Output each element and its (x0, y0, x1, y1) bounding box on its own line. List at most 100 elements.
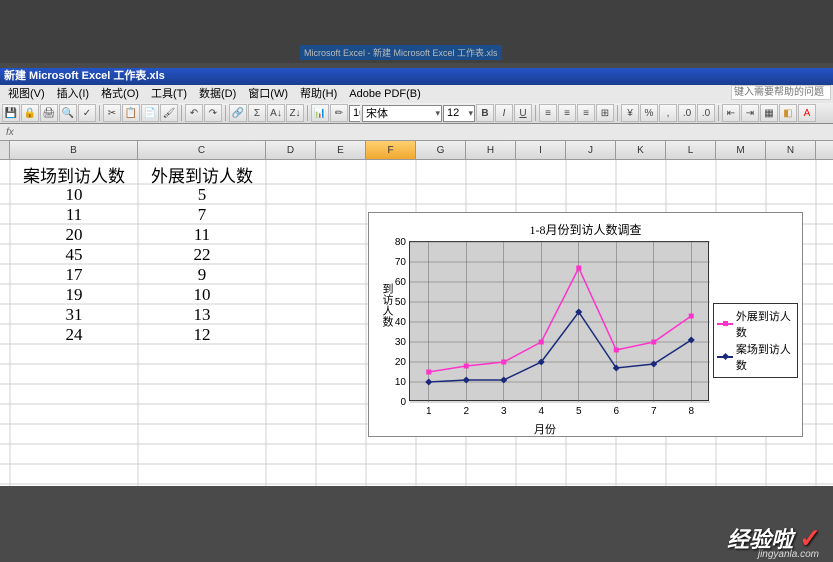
col-header-F[interactable]: F (366, 141, 416, 159)
cell-C8[interactable]: 13 (138, 305, 266, 325)
svg-text:4: 4 (538, 406, 544, 417)
undo-icon[interactable]: ↶ (185, 104, 203, 122)
legend-item-0: 外展到访人数 (717, 308, 794, 340)
cell-C6[interactable]: 9 (138, 265, 266, 285)
menu-view[interactable]: 视图(V) (2, 85, 51, 103)
cell-B-header[interactable]: 案场到访人数 (10, 162, 138, 187)
cut-icon[interactable]: ✂ (103, 104, 121, 122)
chart-icon[interactable]: 📊 (311, 104, 329, 122)
bold-button[interactable]: B (476, 104, 494, 122)
menu-window[interactable]: 窗口(W) (242, 85, 294, 103)
percent-icon[interactable]: % (640, 104, 658, 122)
cell-C3[interactable]: 7 (138, 205, 266, 225)
formula-bar[interactable]: fx (0, 124, 833, 141)
spreadsheet-grid[interactable]: B C D E F G H I J K L M N (0, 141, 833, 486)
cell-C2[interactable]: 5 (138, 185, 266, 205)
italic-button[interactable]: I (495, 104, 513, 122)
inc-decimal-icon[interactable]: .0 (678, 104, 696, 122)
align-left-icon[interactable]: ≡ (539, 104, 557, 122)
svg-text:1: 1 (426, 406, 432, 417)
menu-help[interactable]: 帮助(H) (294, 85, 343, 103)
indent-dec-icon[interactable]: ⇤ (722, 104, 740, 122)
chart-ylabel: 到访人数 (379, 283, 395, 327)
indent-inc-icon[interactable]: ⇥ (741, 104, 759, 122)
cell-C-header[interactable]: 外展到访人数 (138, 162, 266, 187)
svg-text:3: 3 (501, 406, 507, 417)
legend-item-1: 案场到访人数 (717, 341, 794, 373)
col-header-N[interactable]: N (766, 141, 816, 159)
col-header-C[interactable]: C (138, 141, 266, 159)
permissions-icon[interactable]: 🔒 (21, 104, 39, 122)
borders-icon[interactable]: ▦ (760, 104, 778, 122)
cell-C5[interactable]: 22 (138, 245, 266, 265)
spell-icon[interactable]: ✓ (78, 104, 96, 122)
col-header-D[interactable]: D (266, 141, 316, 159)
font-color-icon[interactable]: A (798, 104, 816, 122)
redo-icon[interactable]: ↷ (204, 104, 222, 122)
col-header-L[interactable]: L (666, 141, 716, 159)
cell-B6[interactable]: 17 (10, 265, 138, 285)
col-header-G[interactable]: G (416, 141, 466, 159)
chart-object[interactable]: 1-8月份到访人数调查 到访人数 月份 01020304050607080123… (368, 212, 803, 437)
hyperlink-icon[interactable]: 🔗 (229, 104, 247, 122)
drawing-icon[interactable]: ✏ (330, 104, 348, 122)
sort-asc-icon[interactable]: A↓ (267, 104, 285, 122)
select-all-corner[interactable] (0, 141, 10, 159)
col-header-H[interactable]: H (466, 141, 516, 159)
menu-insert[interactable]: 插入(I) (51, 85, 95, 103)
cell-C4[interactable]: 11 (138, 225, 266, 245)
fill-color-icon[interactable]: ◧ (779, 104, 797, 122)
col-header-B[interactable]: B (10, 141, 138, 159)
cell-B2[interactable]: 10 (10, 185, 138, 205)
svg-text:20: 20 (395, 357, 407, 368)
col-header-E[interactable]: E (316, 141, 366, 159)
col-header-I[interactable]: I (516, 141, 566, 159)
sort-desc-icon[interactable]: Z↓ (286, 104, 304, 122)
svg-text:2: 2 (463, 406, 469, 417)
col-header-K[interactable]: K (616, 141, 666, 159)
preview-icon[interactable]: 🔍 (59, 104, 77, 122)
help-search-input[interactable] (731, 85, 831, 100)
sum-icon[interactable]: Σ (248, 104, 266, 122)
comma-icon[interactable]: , (659, 104, 677, 122)
separator (225, 105, 226, 121)
svg-text:10: 10 (395, 377, 407, 388)
merge-icon[interactable]: ⊞ (596, 104, 614, 122)
font-size-combo[interactable]: 12 (443, 105, 475, 122)
print-icon[interactable]: 🖨 (40, 104, 58, 122)
chart-xlabel: 月份 (534, 421, 556, 437)
menu-tools[interactable]: 工具(T) (145, 85, 193, 103)
title-bar: 新建 Microsoft Excel 工作表.xls (0, 68, 833, 85)
cell-C7[interactable]: 10 (138, 285, 266, 305)
cell-B4[interactable]: 20 (10, 225, 138, 245)
menu-bar: 视图(V) 插入(I) 格式(O) 工具(T) 数据(D) 窗口(W) 帮助(H… (0, 85, 833, 103)
window-title: 新建 Microsoft Excel 工作表.xls (4, 70, 165, 82)
format-painter-icon[interactable]: 🖌 (160, 104, 178, 122)
paste-icon[interactable]: 📄 (141, 104, 159, 122)
font-name-combo[interactable]: 宋体 (362, 105, 442, 122)
currency-icon[interactable]: ¥ (621, 104, 639, 122)
copy-icon[interactable]: 📋 (122, 104, 140, 122)
align-right-icon[interactable]: ≡ (577, 104, 595, 122)
watermark-url: jingyanla.com (758, 549, 819, 560)
cell-B5[interactable]: 45 (10, 245, 138, 265)
menu-format[interactable]: 格式(O) (95, 85, 145, 103)
menu-data[interactable]: 数据(D) (193, 85, 242, 103)
col-header-M[interactable]: M (716, 141, 766, 159)
svg-text:70: 70 (395, 257, 407, 268)
cell-B9[interactable]: 24 (10, 325, 138, 345)
col-header-J[interactable]: J (566, 141, 616, 159)
dec-decimal-icon[interactable]: .0 (697, 104, 715, 122)
cell-B8[interactable]: 31 (10, 305, 138, 325)
cell-B7[interactable]: 19 (10, 285, 138, 305)
save-icon[interactable]: 💾 (2, 104, 20, 122)
grid-body[interactable]: 案场到访人数 外展到访人数 10511720114522179191031132… (0, 160, 833, 486)
menu-adobe-pdf[interactable]: Adobe PDF(B) (343, 85, 427, 103)
chart-legend: 外展到访人数 案场到访人数 (713, 303, 798, 378)
underline-button[interactable]: U (514, 104, 532, 122)
column-headers: B C D E F G H I J K L M N (0, 141, 833, 160)
align-center-icon[interactable]: ≡ (558, 104, 576, 122)
separator (617, 105, 618, 121)
cell-B3[interactable]: 11 (10, 205, 138, 225)
cell-C9[interactable]: 12 (138, 325, 266, 345)
